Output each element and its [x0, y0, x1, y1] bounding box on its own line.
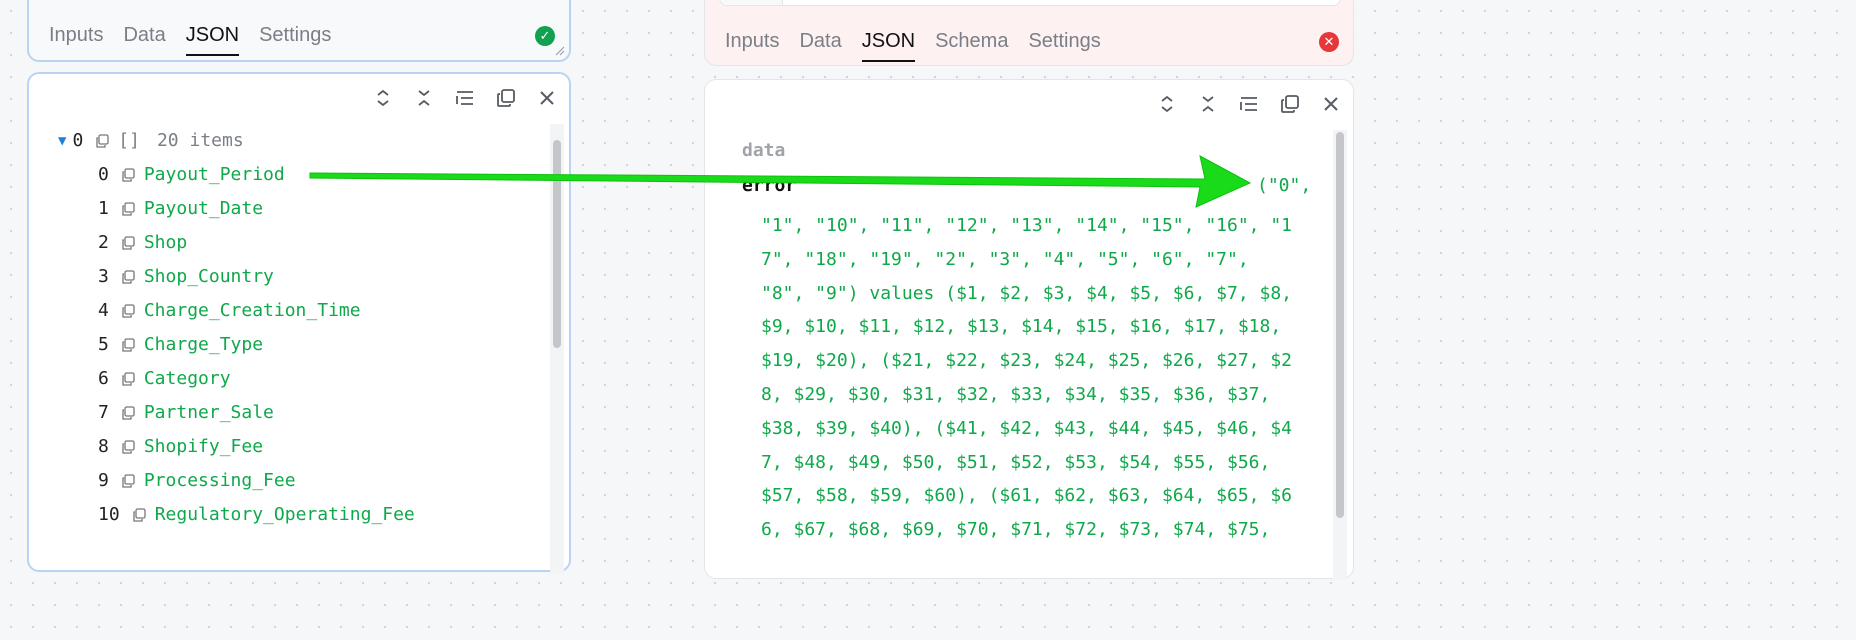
tab-data[interactable]: Data	[123, 24, 165, 47]
tab-settings[interactable]: Settings	[259, 24, 331, 47]
list-item-key[interactable]: Charge_Creation_Time	[144, 300, 361, 321]
error-line: 8, $29, $30, $31, $32, $33, $34, $35, $3…	[761, 383, 1271, 405]
left-json-toolbar	[373, 88, 557, 108]
copy-icon[interactable]	[121, 439, 135, 454]
error-line: 7", "18", "19", "2", "3", "4", "5", "6",…	[761, 248, 1249, 270]
list-item-key[interactable]: Regulatory_Operating_Fee	[155, 504, 415, 525]
list-item-key[interactable]: Shopify_Fee	[144, 436, 263, 457]
left-scrollbar[interactable]	[550, 124, 564, 574]
left-node-card: Inputs Data JSON Settings ✓	[27, 0, 571, 62]
list-item[interactable]: 9 Processing_Fee	[98, 470, 296, 491]
right-node-tabs: Inputs Data JSON Schema Settings	[725, 30, 1101, 62]
list-item-key[interactable]: Processing_Fee	[144, 470, 296, 491]
error-line: $57, $58, $59, $60), ($61, $62, $63, $64…	[761, 485, 1293, 507]
expand-all-icon[interactable]	[1157, 94, 1177, 114]
list-item[interactable]: 10 Regulatory_Operating_Fee	[98, 504, 415, 525]
error-line: $9, $10, $11, $12, $13, $14, $15, $16, $…	[761, 316, 1282, 338]
error-x-icon: ✕	[1319, 32, 1339, 52]
tab-settings[interactable]: Settings	[1028, 30, 1100, 53]
list-item[interactable]: 5 Charge_Type	[98, 334, 263, 355]
error-line: $19, $20), ($21, $22, $23, $24, $25, $26…	[761, 350, 1293, 372]
list-item-key[interactable]: Shop_Country	[144, 266, 274, 287]
copy-icon[interactable]	[95, 133, 109, 148]
copy-icon[interactable]	[121, 473, 135, 488]
close-icon[interactable]	[1321, 94, 1341, 114]
copy-icon[interactable]	[132, 507, 146, 522]
error-text-head: ("0",	[1257, 175, 1312, 196]
copy-icon[interactable]	[121, 337, 135, 352]
right-json-panel: data error ("0", "1", "10", "11", "12", …	[704, 79, 1354, 580]
tab-inputs[interactable]: Inputs	[725, 30, 779, 53]
copy-icon[interactable]	[121, 201, 135, 216]
close-icon[interactable]	[537, 88, 557, 108]
list-item[interactable]: 3 Shop_Country	[98, 266, 274, 287]
list-item-key[interactable]: Payout_Period	[144, 164, 285, 185]
copy-icon[interactable]	[121, 269, 135, 284]
data-key-label: data	[742, 140, 786, 161]
list-item-key[interactable]: Shop	[144, 232, 187, 253]
format-icon[interactable]	[1239, 94, 1259, 114]
list-item[interactable]: 8 Shopify_Fee	[98, 436, 263, 457]
list-item[interactable]: 2 Shop	[98, 232, 187, 253]
tab-json[interactable]: JSON	[185, 24, 240, 56]
tab-data[interactable]: Data	[799, 30, 841, 53]
collapse-all-icon[interactable]	[1198, 94, 1218, 114]
copy-icon[interactable]	[121, 167, 135, 182]
expand-caret-icon[interactable]: ▼	[58, 133, 66, 149]
error-message-text: "1", "10", "11", "12", "13", "14", "15",…	[761, 209, 1321, 547]
list-item-key[interactable]: Payout_Date	[144, 198, 263, 219]
list-item[interactable]: 0 Payout_Period	[98, 164, 285, 185]
error-key-label: error	[742, 175, 797, 196]
query-input-box[interactable]	[719, 0, 1341, 6]
error-line: 6, $67, $68, $69, $70, $71, $72, $73, $7…	[761, 519, 1271, 541]
right-scrollbar-thumb[interactable]	[1336, 132, 1344, 518]
right-scrollbar[interactable]	[1333, 130, 1347, 580]
format-icon[interactable]	[455, 88, 475, 108]
tab-inputs[interactable]: Inputs	[49, 24, 103, 47]
error-line: "1", "10", "11", "12", "13", "14", "15",…	[761, 215, 1293, 236]
right-node-card: Inputs Data JSON Schema Settings ✕	[704, 0, 1354, 66]
tree-root-row[interactable]: ▼ 0 [] 20 items	[58, 130, 244, 151]
success-check-icon: ✓	[535, 26, 555, 46]
collapse-all-icon[interactable]	[414, 88, 434, 108]
left-json-panel: ▼ 0 [] 20 items 0 Payout_Period 1 Payout…	[27, 72, 571, 574]
copy-icon[interactable]	[121, 405, 135, 420]
copy-icon[interactable]	[1280, 94, 1300, 114]
error-line: 7, $48, $49, $50, $51, $52, $53, $54, $5…	[761, 451, 1271, 473]
left-node-tabs: Inputs Data JSON Settings	[49, 24, 331, 56]
list-item-key[interactable]: Category	[144, 368, 231, 389]
copy-icon[interactable]	[496, 88, 516, 108]
list-item[interactable]: 1 Payout_Date	[98, 198, 263, 219]
left-scrollbar-thumb[interactable]	[553, 140, 561, 348]
copy-icon[interactable]	[121, 303, 135, 318]
list-item[interactable]: 6 Category	[98, 368, 231, 389]
tab-schema[interactable]: Schema	[935, 30, 1008, 53]
tab-json[interactable]: JSON	[861, 30, 916, 62]
error-line: "8", "9") values ($1, $2, $3, $4, $5, $6…	[761, 282, 1293, 304]
copy-icon[interactable]	[121, 371, 135, 386]
list-item-key[interactable]: Charge_Type	[144, 334, 263, 355]
resize-handle-icon[interactable]	[553, 44, 565, 56]
list-item[interactable]: 4 Charge_Creation_Time	[98, 300, 361, 321]
error-line: $38, $39, $40), ($41, $42, $43, $44, $45…	[761, 417, 1293, 439]
list-item-key[interactable]: Partner_Sale	[144, 402, 274, 423]
list-item[interactable]: 7 Partner_Sale	[98, 402, 274, 423]
right-json-toolbar	[1157, 94, 1341, 114]
copy-icon[interactable]	[121, 235, 135, 250]
expand-all-icon[interactable]	[373, 88, 393, 108]
